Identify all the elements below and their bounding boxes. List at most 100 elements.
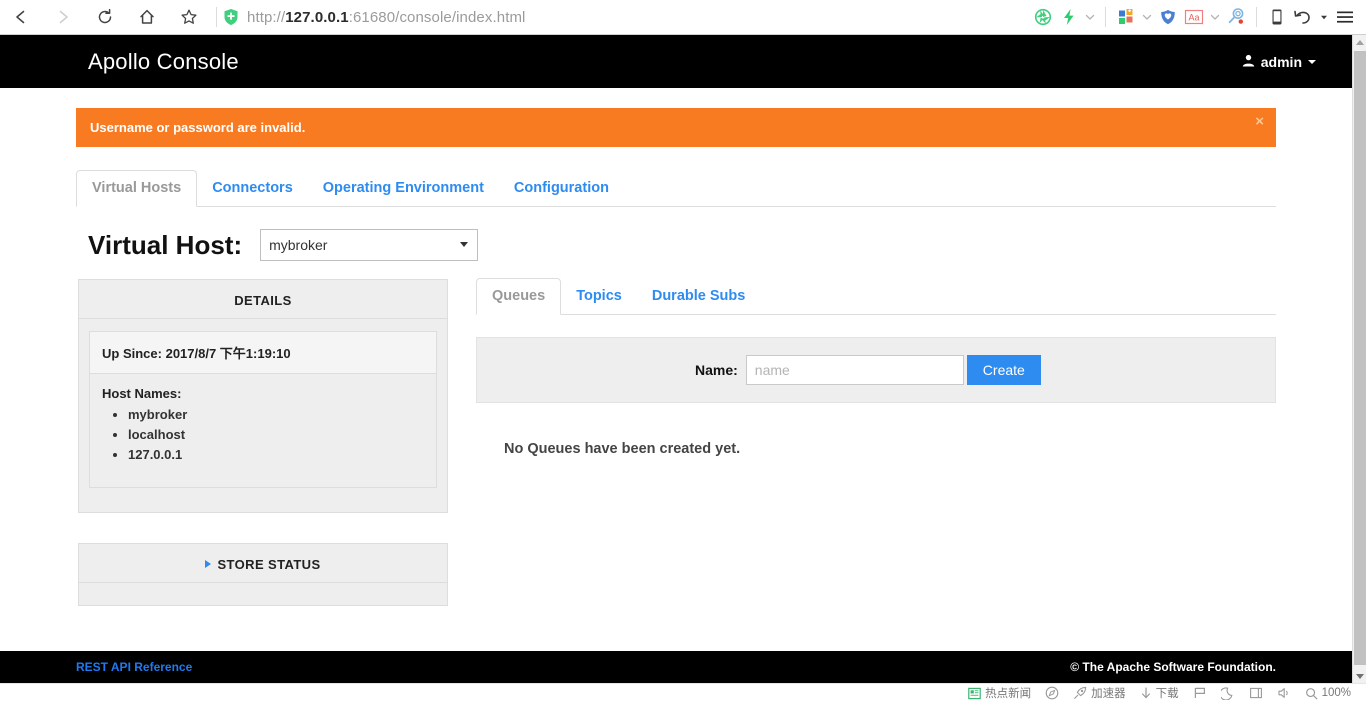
lightning-icon[interactable] [1056,0,1082,34]
shield-heart-icon[interactable] [1155,0,1181,34]
forward-button[interactable] [42,0,84,34]
up-since-label: Up Since: [102,346,162,361]
store-status-toggle[interactable]: STORE STATUS [79,544,447,583]
up-since-value: 2017/8/7 下午1:19:10 [166,346,291,361]
moon-icon [1221,686,1235,700]
tab-virtual-hosts[interactable]: Virtual Hosts [76,170,197,207]
taskbar-label: 热点新闻 [985,685,1031,701]
empty-state-message: No Queues have been created yet. [504,441,1276,457]
virtual-host-select[interactable]: mybroker [260,229,478,261]
chevron-down-icon[interactable] [1082,0,1098,34]
left-column: DETAILS Up Since: 2017/8/7 下午1:19:10 Hos… [78,279,448,636]
toolbar-divider-3 [1256,7,1257,27]
tab-connectors[interactable]: Connectors [197,171,308,206]
forward-arrow-icon [55,9,71,25]
back-arrow-icon [13,9,29,25]
taskbar-item-nightmode[interactable] [1214,684,1242,703]
zoom-level-label: 100% [1322,687,1351,699]
details-box: Up Since: 2017/8/7 下午1:19:10 Host Names:… [89,331,437,488]
tab-topics[interactable]: Topics [561,279,637,314]
store-status-panel: STORE STATUS [78,543,448,606]
page-viewport: Apollo Console admin Username or passwor… [0,35,1352,683]
up-since-row: Up Since: 2017/8/7 下午1:19:10 [90,332,436,374]
triangle-down-icon [1356,674,1364,679]
undo-icon[interactable] [1290,0,1316,34]
browser-statusbar: 热点新闻 加速器 下载 [0,683,1366,702]
tab-queues[interactable]: Queues [476,278,561,315]
details-panel-title: DETAILS [79,280,447,319]
star-icon [180,8,198,26]
window-icon [1249,686,1263,700]
host-names-list: mybroker localhost 127.0.0.1 [102,405,424,465]
address-text: http://127.0.0.1:61680/console/index.htm… [247,9,525,26]
virtual-host-row: Virtual Host: mybroker [76,229,1276,261]
home-icon [138,8,156,26]
scroll-down-button[interactable] [1353,669,1366,683]
home-button[interactable] [126,0,168,34]
page-scrollbar[interactable] [1352,35,1366,683]
browser-extensions-area: Aa [1030,0,1366,34]
rocket-icon [1073,686,1087,700]
reload-button[interactable] [84,0,126,34]
virtual-host-label: Virtual Host: [88,230,242,261]
app-header: Apollo Console admin [0,35,1352,88]
create-button[interactable]: Create [967,355,1041,385]
taskbar-item-news[interactable]: 热点新闻 [961,684,1038,703]
news-icon [968,687,981,700]
extensions-grid-icon[interactable] [1113,0,1139,34]
caret-small-icon[interactable] [1316,0,1332,34]
translate-aa-icon[interactable]: Aa [1181,0,1207,34]
host-names-section: Host Names: mybroker localhost 127.0.0.1 [90,374,436,487]
hamburger-menu-icon[interactable] [1332,0,1358,34]
taskbar-item-accelerator[interactable]: 加速器 [1066,684,1133,703]
name-input[interactable] [746,355,964,385]
triangle-right-icon [205,560,211,568]
address-bar[interactable]: http://127.0.0.1:61680/console/index.htm… [223,8,1030,26]
search-magnifier-icon[interactable] [1223,0,1249,34]
store-status-body [79,583,447,605]
download-arrow-icon [1140,686,1152,700]
user-menu[interactable]: admin [1242,54,1316,70]
close-icon[interactable]: × [1255,114,1264,129]
tab-configuration[interactable]: Configuration [499,171,624,206]
chevron-down-icon-3[interactable] [1207,0,1223,34]
scrollbar-thumb[interactable] [1354,51,1366,665]
store-status-title: STORE STATUS [217,557,320,572]
rest-api-reference-link[interactable]: REST API Reference [76,660,192,674]
triangle-up-icon [1356,40,1364,45]
name-label: Name: [695,362,738,378]
host-names-label: Host Names: [102,386,424,401]
tab-durable-subs[interactable]: Durable Subs [637,279,760,314]
taskbar-item-window[interactable] [1242,684,1270,703]
bookmark-button[interactable] [168,0,210,34]
chevron-down-icon [1308,60,1316,64]
taskbar-item-zoom[interactable]: 100% [1298,684,1358,703]
tab-operating-environment[interactable]: Operating Environment [308,171,499,206]
taskbar-item-flag[interactable] [1186,684,1214,703]
details-panel: DETAILS Up Since: 2017/8/7 下午1:19:10 Hos… [78,279,448,513]
alert-banner: Username or password are invalid. × [76,108,1276,147]
user-avatar-icon [1242,54,1255,70]
mobile-device-icon[interactable] [1264,0,1290,34]
taskbar-label: 加速器 [1091,685,1126,701]
content-columns: DETAILS Up Since: 2017/8/7 下午1:19:10 Hos… [76,279,1276,636]
taskbar-label: 下载 [1156,685,1179,701]
reload-icon [96,8,114,26]
toolbar-divider-2 [1105,7,1106,27]
list-item: localhost [128,425,424,445]
zoom-magnifier-icon [1305,687,1318,700]
footer-inner: REST API Reference © The Apache Software… [76,660,1276,674]
back-button[interactable] [0,0,42,34]
shutter-icon[interactable] [1030,0,1056,34]
taskbar-item-volume[interactable] [1270,684,1298,703]
taskbar-item-compass[interactable] [1038,684,1066,703]
details-panel-body: Up Since: 2017/8/7 下午1:19:10 Host Names:… [79,319,447,512]
list-item: mybroker [128,405,424,425]
speaker-icon [1277,686,1291,700]
chevron-down-icon-2[interactable] [1139,0,1155,34]
scroll-up-button[interactable] [1353,35,1366,49]
page-title: Apollo Console [88,49,239,75]
taskbar-item-downloads[interactable]: 下载 [1133,684,1186,703]
destination-tabs: Queues Topics Durable Subs [476,279,1276,315]
virtual-host-select-wrap: mybroker [260,229,478,261]
